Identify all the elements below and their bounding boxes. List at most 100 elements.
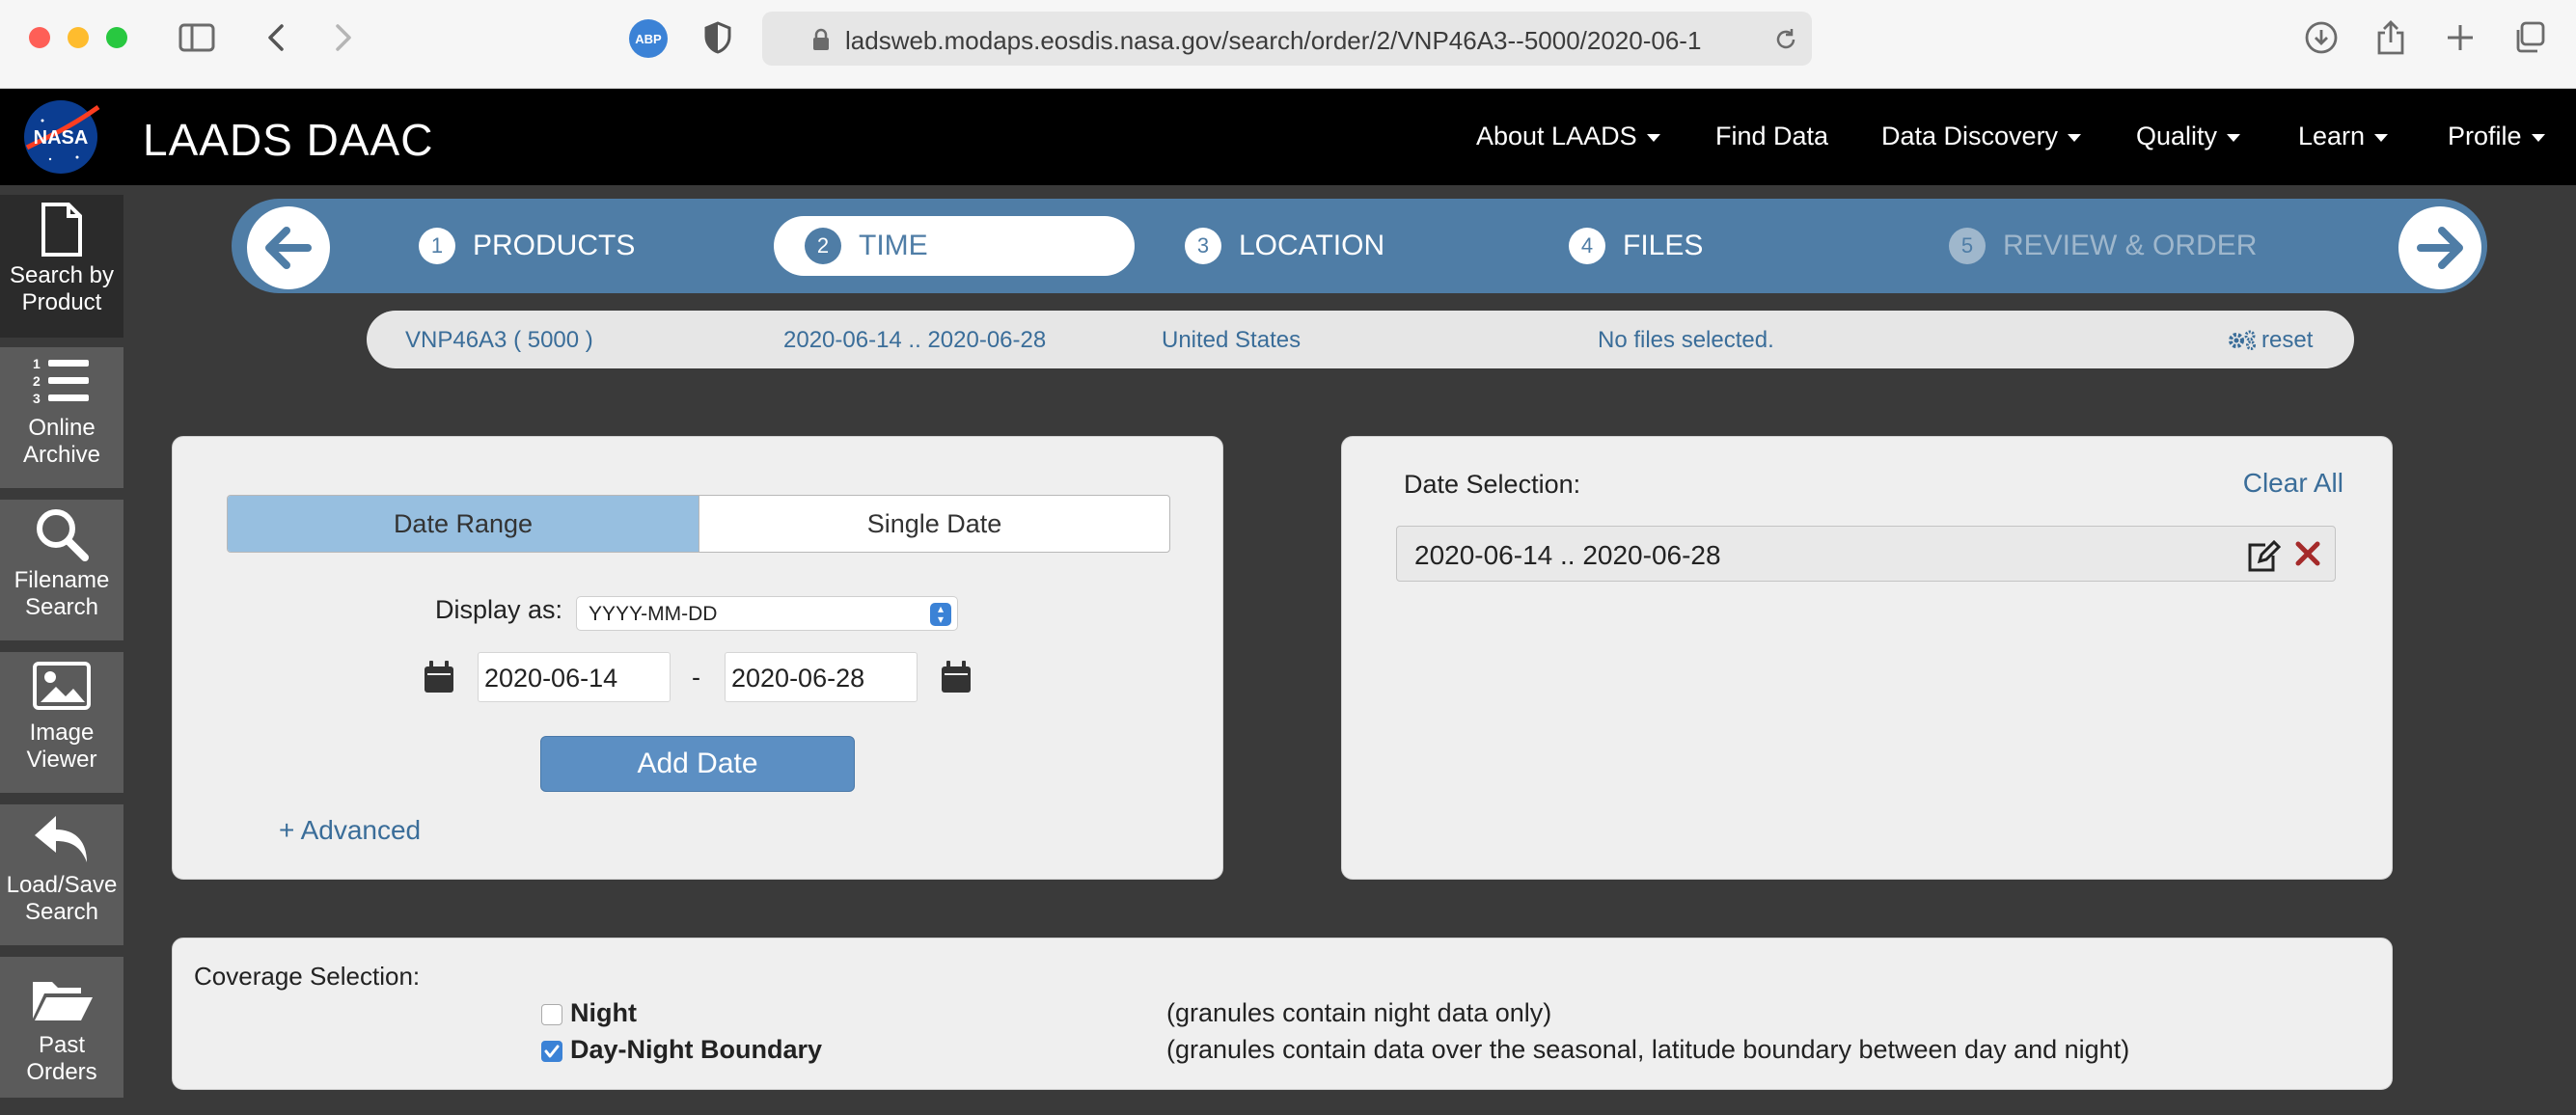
sidebar-label: Online — [28, 415, 96, 441]
sidebar-label: Search — [24, 899, 99, 925]
edit-icon[interactable] — [2246, 540, 2281, 573]
caret-down-icon — [2374, 133, 2389, 142]
arrow-right-icon — [2417, 227, 2463, 269]
date-selection-panel: Date Selection: Clear All 2020-06-14 .. … — [1341, 436, 2393, 880]
sidebar-label: Load/Save — [6, 872, 118, 898]
arrow-left-icon — [265, 227, 312, 269]
start-calendar-icon[interactable] — [424, 661, 454, 693]
coverage-selection-panel: Coverage Selection: Night (granules cont… — [172, 938, 2393, 1090]
close-window-button[interactable] — [29, 27, 50, 48]
summary-location[interactable]: United States — [1162, 327, 1301, 354]
summary-files[interactable]: No files selected. — [1598, 327, 1774, 354]
display-as-label: Display as: — [435, 595, 563, 624]
summary-product[interactable]: VNP46A3 ( 5000 ) — [405, 327, 593, 354]
end-date-input[interactable]: 2020-06-28 — [725, 652, 918, 702]
step-location[interactable]: 3 LOCATION — [1185, 216, 1384, 276]
advanced-toggle-link[interactable]: + Advanced — [279, 815, 421, 846]
day-night-boundary-label[interactable]: Day-Night Boundary — [570, 1035, 822, 1065]
numbered-list-icon: 1 2 3 — [33, 356, 89, 406]
caret-down-icon — [1646, 133, 1660, 142]
reload-icon[interactable] — [1773, 27, 1798, 52]
sidebar-item-past-orders[interactable]: Past Orders — [0, 957, 123, 1100]
sidebar-item-search-by-product[interactable]: Search by Product — [0, 195, 123, 338]
sidebar-label: Search by — [9, 262, 115, 288]
sidebar-item-load-save-search[interactable]: Load/Save Search — [0, 804, 123, 947]
adblock-extension-icon[interactable]: ABP — [629, 19, 668, 58]
date-selection-title: Date Selection: — [1404, 470, 1581, 499]
tab-date-range[interactable]: Date Range — [228, 496, 699, 552]
step-products[interactable]: 1 PRODUCTS — [419, 216, 635, 276]
remove-icon[interactable] — [2294, 540, 2321, 567]
day-night-boundary-description: (granules contain data over the seasonal… — [1166, 1035, 2130, 1064]
end-calendar-icon[interactable] — [941, 661, 972, 693]
date-input-panel: Date Range Single Date Display as: YYYY-… — [172, 436, 1223, 880]
caret-down-icon — [2531, 133, 2545, 142]
tab-single-date[interactable]: Single Date — [699, 496, 1169, 552]
selected-date-range-text: 2020-06-14 .. 2020-06-28 — [1414, 540, 1721, 570]
svg-text:NASA: NASA — [34, 127, 89, 149]
step-time[interactable]: 2 TIME — [774, 216, 1135, 276]
selected-date-range-item: 2020-06-14 .. 2020-06-28 — [1396, 526, 2336, 582]
coverage-title: Coverage Selection: — [194, 962, 421, 991]
sidebar-item-filename-search[interactable]: Filename Search — [0, 500, 123, 642]
sidebar-label: Product — [21, 289, 102, 315]
date-format-value: YYYY-MM-DD — [589, 603, 718, 625]
select-arrows-icon: ▴ ▾ — [930, 603, 951, 626]
folder-open-icon — [33, 982, 93, 1020]
caret-down-icon — [2227, 133, 2241, 142]
selection-summary-bar: VNP46A3 ( 5000 ) 2020-06-14 .. 2020-06-2… — [367, 311, 2354, 368]
image-icon — [33, 662, 91, 710]
svg-text:2: 2 — [33, 373, 41, 389]
summary-dates[interactable]: 2020-06-14 .. 2020-06-28 — [783, 327, 1046, 354]
next-step-button[interactable] — [2398, 206, 2481, 289]
nav-learn[interactable]: Learn — [2298, 122, 2389, 151]
address-bar[interactable]: ladsweb.modaps.eosdis.nasa.gov/search/or… — [762, 12, 1812, 66]
file-icon — [41, 203, 82, 257]
search-icon — [37, 509, 89, 561]
lock-icon — [813, 28, 829, 50]
day-night-boundary-checkbox[interactable] — [541, 1041, 562, 1062]
back-icon[interactable] — [255, 17, 297, 58]
browser-chrome: ABP ladsweb.modaps.eosdis.nasa.gov/searc… — [0, 0, 2576, 89]
site-name[interactable]: LAADS DAAC — [143, 114, 433, 166]
downloads-icon[interactable] — [2300, 17, 2343, 58]
add-date-button[interactable]: Add Date — [540, 736, 855, 792]
share-icon[interactable] — [2370, 17, 2412, 58]
new-tab-icon[interactable] — [2439, 17, 2481, 58]
url-text: ladsweb.modaps.eosdis.nasa.gov/search/or… — [845, 26, 1702, 55]
step-review-order: 5 REVIEW & ORDER — [1949, 216, 2257, 276]
gears-icon — [2229, 330, 2256, 350]
clear-all-link[interactable]: Clear All — [2243, 468, 2343, 499]
nasa-logo[interactable]: NASA — [21, 97, 100, 177]
previous-step-button[interactable] — [247, 206, 330, 289]
sidebar-label: Past Orders — [26, 1032, 97, 1085]
sidebar-label: Archive — [22, 442, 101, 468]
privacy-shield-icon[interactable] — [697, 17, 739, 58]
reply-icon — [35, 816, 87, 862]
nav-about-laads[interactable]: About LAADS — [1476, 122, 1660, 151]
start-date-input[interactable]: 2020-06-14 — [478, 652, 671, 702]
nav-find-data[interactable]: Find Data — [1715, 122, 1828, 151]
date-format-select[interactable]: YYYY-MM-DD ▴ ▾ — [576, 596, 958, 631]
night-checkbox[interactable] — [541, 1004, 562, 1025]
date-separator: - — [692, 663, 700, 692]
minimize-window-button[interactable] — [68, 27, 89, 48]
forward-icon[interactable] — [322, 17, 365, 58]
step-files[interactable]: 4 FILES — [1569, 216, 1703, 276]
nav-data-discovery[interactable]: Data Discovery — [1881, 122, 2082, 151]
svg-text:3: 3 — [33, 391, 41, 406]
reset-button[interactable]: reset — [2227, 327, 2313, 354]
sidebar-toggle-icon[interactable] — [176, 17, 218, 58]
svg-text:1: 1 — [33, 356, 41, 371]
site-header: NASA LAADS DAAC About LAADS Find Data Da… — [0, 89, 2576, 185]
night-label[interactable]: Night — [570, 998, 637, 1028]
nav-quality[interactable]: Quality — [2136, 122, 2241, 151]
sidebar-item-online-archive[interactable]: 1 2 3 Online Archive — [0, 347, 123, 490]
zoom-window-button[interactable] — [106, 27, 127, 48]
tab-overview-icon[interactable] — [2508, 17, 2551, 58]
sidebar-item-image-viewer[interactable]: Image Viewer — [0, 652, 123, 795]
nav-profile[interactable]: Profile — [2448, 122, 2545, 151]
date-mode-toggle: Date Range Single Date — [227, 495, 1170, 553]
night-description: (granules contain night data only) — [1166, 998, 1552, 1027]
sidebar-label: Search — [24, 594, 99, 620]
